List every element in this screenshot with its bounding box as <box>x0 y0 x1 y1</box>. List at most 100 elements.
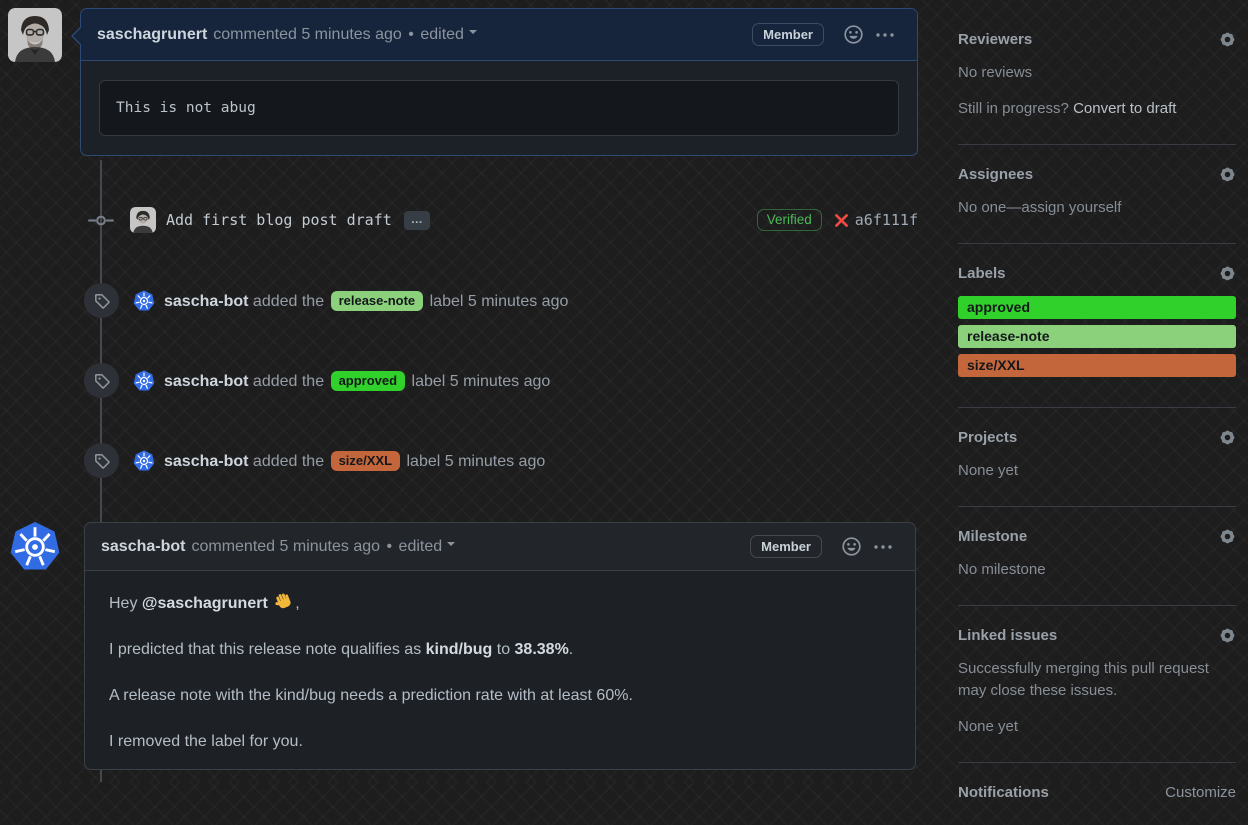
event-author-link[interactable]: sascha-bot <box>164 293 248 310</box>
label-event-row: sascha-bot added the approved label 5 mi… <box>84 363 918 398</box>
comment-options-button[interactable] <box>867 540 899 554</box>
chevron-down-icon <box>468 29 477 38</box>
gear-icon[interactable] <box>1219 528 1236 545</box>
sidebar-section-header: Reviewers <box>958 31 1236 48</box>
sidebar-section-header: Milestone <box>958 528 1236 545</box>
meta-separator: • <box>408 25 414 43</box>
sidebar-text-line: Successfully merging this pull request m… <box>958 658 1236 702</box>
comment-meta: commented 5 minutes ago • edited <box>213 26 477 44</box>
edited-dropdown[interactable]: edited <box>420 26 477 43</box>
sidebar-label-pill[interactable]: release-note <box>958 325 1236 348</box>
verified-badge[interactable]: Verified <box>756 209 822 231</box>
event-author-link[interactable]: sascha-bot <box>164 453 248 470</box>
sidebar-label-pill[interactable]: size/XXL <box>958 354 1236 377</box>
customize-link[interactable]: Customize <box>1165 784 1236 801</box>
event-suffix: label 5 minutes ago <box>429 292 569 310</box>
sidebar-text-line: Still in progress? Convert to draft <box>958 98 1236 120</box>
comment-paragraph: Hey @saschagrunert , <box>109 591 891 616</box>
comment-sascha-bot: sascha-bot commented 5 minutes ago • edi… <box>84 522 916 770</box>
user-mention-link[interactable]: @saschagrunert <box>142 595 268 612</box>
sascha-bot-avatar[interactable] <box>133 289 155 312</box>
sidebar-section-header: Labels <box>958 265 1236 282</box>
sidebar-section-title: Reviewers <box>958 31 1033 48</box>
sascha-bot-avatar[interactable] <box>9 521 61 573</box>
label-event-row: sascha-bot added the release-note label … <box>84 283 918 318</box>
comment-header: sascha-bot commented 5 minutes ago • edi… <box>85 523 915 571</box>
commit-hash-link[interactable]: a6f111f <box>855 211 918 229</box>
commit-author-avatar[interactable] <box>130 207 156 233</box>
kebab-icon <box>873 544 893 550</box>
gear-icon[interactable] <box>1219 166 1236 183</box>
sidebar-text: Successfully merging this pull request m… <box>958 660 1209 699</box>
gear-icon[interactable] <box>1219 31 1236 48</box>
sidebar-text: None yet <box>958 718 1019 735</box>
tag-icon <box>84 363 119 398</box>
sidebar-link[interactable]: Convert to draft <box>1073 100 1176 117</box>
event-action: added the <box>252 452 325 470</box>
sascha-bot-avatar[interactable] <box>133 449 155 472</box>
sidebar-text-line: No one—assign yourself <box>958 197 1236 219</box>
label-chip[interactable]: approved <box>330 370 406 391</box>
sidebar-section-header: Assignees <box>958 166 1236 183</box>
sidebar-section-title: Assignees <box>958 166 1034 183</box>
text-segment: , <box>295 595 300 612</box>
text-segment: Hey <box>109 595 142 612</box>
sidebar-label-pill[interactable]: approved <box>958 296 1236 319</box>
text-segment: . <box>568 641 574 658</box>
git-commit-icon <box>88 212 114 229</box>
sidebar-text-line: No milestone <box>958 559 1236 581</box>
saschagrunert-avatar[interactable] <box>8 8 62 62</box>
tag-icon <box>84 283 119 318</box>
smiley-icon <box>842 537 861 556</box>
sidebar-section-linked-issues: Linked issues Successfully merging this p… <box>958 605 1236 762</box>
comment2-paragraphs: Hey @saschagrunert , I predicted that thi… <box>85 571 915 769</box>
failed-check-x-icon[interactable] <box>833 212 850 229</box>
sidebar-section-assignees: Assignees No one—assign yourself <box>958 144 1236 243</box>
edited-dropdown[interactable]: edited <box>399 538 456 555</box>
sidebar-text-line: No reviews <box>958 62 1236 84</box>
sidebar-link[interactable]: assign yourself <box>1021 199 1121 216</box>
comment-meta: commented 5 minutes ago • edited <box>191 537 456 556</box>
text-segment: I predicted that this release note quali… <box>109 641 426 658</box>
smiley-icon <box>844 25 863 44</box>
comment-saschagrunert: saschagrunert commented 5 minutes ago • … <box>71 8 918 156</box>
gear-icon[interactable] <box>1219 265 1236 282</box>
kubernetes-logo-icon <box>9 522 61 577</box>
sidebar-text: None yet <box>958 462 1019 479</box>
chevron-down-icon <box>447 541 456 550</box>
kubernetes-logo-icon <box>133 369 155 396</box>
comment-timestamp[interactable]: 5 minutes ago <box>280 538 381 555</box>
sascha-bot-avatar[interactable] <box>133 369 155 392</box>
person-portrait-icon <box>8 8 62 62</box>
commit-message-link[interactable]: Add first blog post draft <box>166 211 392 229</box>
label-chip[interactable]: release-note <box>330 290 424 311</box>
edited-label: edited <box>420 25 464 43</box>
person-portrait-icon <box>130 207 156 233</box>
sidebar-section-reviewers: Reviewers No reviews Still in progress? Co… <box>958 0 1236 144</box>
sidebar-text-line: None yet <box>958 716 1236 738</box>
kebab-icon <box>875 32 895 38</box>
sidebar-section-title: Linked issues <box>958 627 1058 644</box>
comment-paragraph: I predicted that this release note quali… <box>109 638 891 662</box>
event-author-link[interactable]: sascha-bot <box>164 373 248 390</box>
emoji-reaction-button[interactable] <box>838 21 869 48</box>
gear-icon[interactable] <box>1219 429 1236 446</box>
commit-row: Add first blog post draft … Verified a6f… <box>88 204 918 236</box>
comment-author-link[interactable]: sascha-bot <box>101 538 185 556</box>
comment-author-link[interactable]: saschagrunert <box>97 26 207 44</box>
emoji-reaction-button[interactable] <box>836 533 867 560</box>
sidebar-labels-list: approved release-note size/XXL <box>958 296 1236 377</box>
code-text: This is not abug <box>116 100 256 116</box>
label-chip[interactable]: size/XXL <box>330 450 401 471</box>
comment-options-button[interactable] <box>869 28 901 42</box>
gear-icon[interactable] <box>1219 627 1236 644</box>
bold-text: kind/bug <box>425 641 493 658</box>
commit-expand-button[interactable]: … <box>403 210 430 230</box>
comment-paragraph: A release note with the kind/bug needs a… <box>109 684 891 708</box>
event-action: added the <box>252 292 325 310</box>
comment-timestamp[interactable]: 5 minutes ago <box>301 26 402 43</box>
member-badge: Member <box>752 23 824 46</box>
text-segment: to <box>492 641 515 658</box>
edited-label: edited <box>398 537 443 555</box>
comment-action: commented <box>191 537 276 555</box>
